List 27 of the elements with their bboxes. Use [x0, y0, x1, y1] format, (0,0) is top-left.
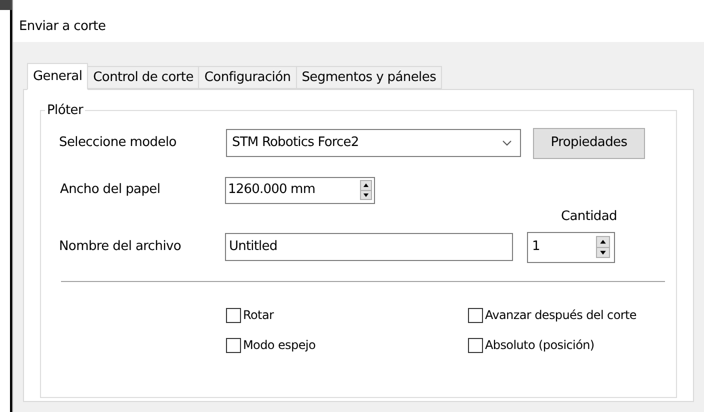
window-title: Enviar a corte [19, 18, 106, 36]
paper-width-field[interactable]: 1260.000 mm [225, 176, 375, 204]
tab[interactable]: Configuración [198, 66, 297, 89]
checkbox[interactable] [226, 308, 241, 322]
checkbox[interactable] [468, 308, 483, 322]
field-label: Seleccione modelo [59, 134, 178, 152]
properties-button[interactable]: Propiedades [533, 128, 645, 158]
file-name-field[interactable]: Untitled [225, 233, 513, 261]
field-label: Ancho del papel [59, 181, 162, 200]
chevron-down-icon [502, 140, 512, 146]
quantity-field[interactable]: 1 [527, 232, 615, 262]
checkbox-label: Modo espejo [243, 337, 316, 354]
tab[interactable]: Control de corte [87, 66, 200, 89]
tab[interactable]: Segmentos y páneles [296, 66, 442, 89]
down-arrow-icon [361, 190, 371, 199]
up-arrow-icon [361, 181, 371, 190]
field-label: Cantidad [560, 208, 617, 226]
field-label: Nombre del archivo [59, 238, 182, 256]
checkbox-label: Absoluto (posición) [485, 337, 594, 354]
tab[interactable]: General [27, 63, 88, 90]
spin-buttons[interactable] [596, 236, 610, 258]
checkbox[interactable] [226, 338, 241, 352]
checkbox-label: Rotar [243, 307, 274, 324]
model-dropdown[interactable]: STM Robotics Force2 [226, 129, 521, 157]
checkbox[interactable] [468, 338, 483, 352]
checkbox-label: Avanzar después del corte [485, 307, 637, 324]
spin-buttons[interactable] [360, 180, 372, 200]
